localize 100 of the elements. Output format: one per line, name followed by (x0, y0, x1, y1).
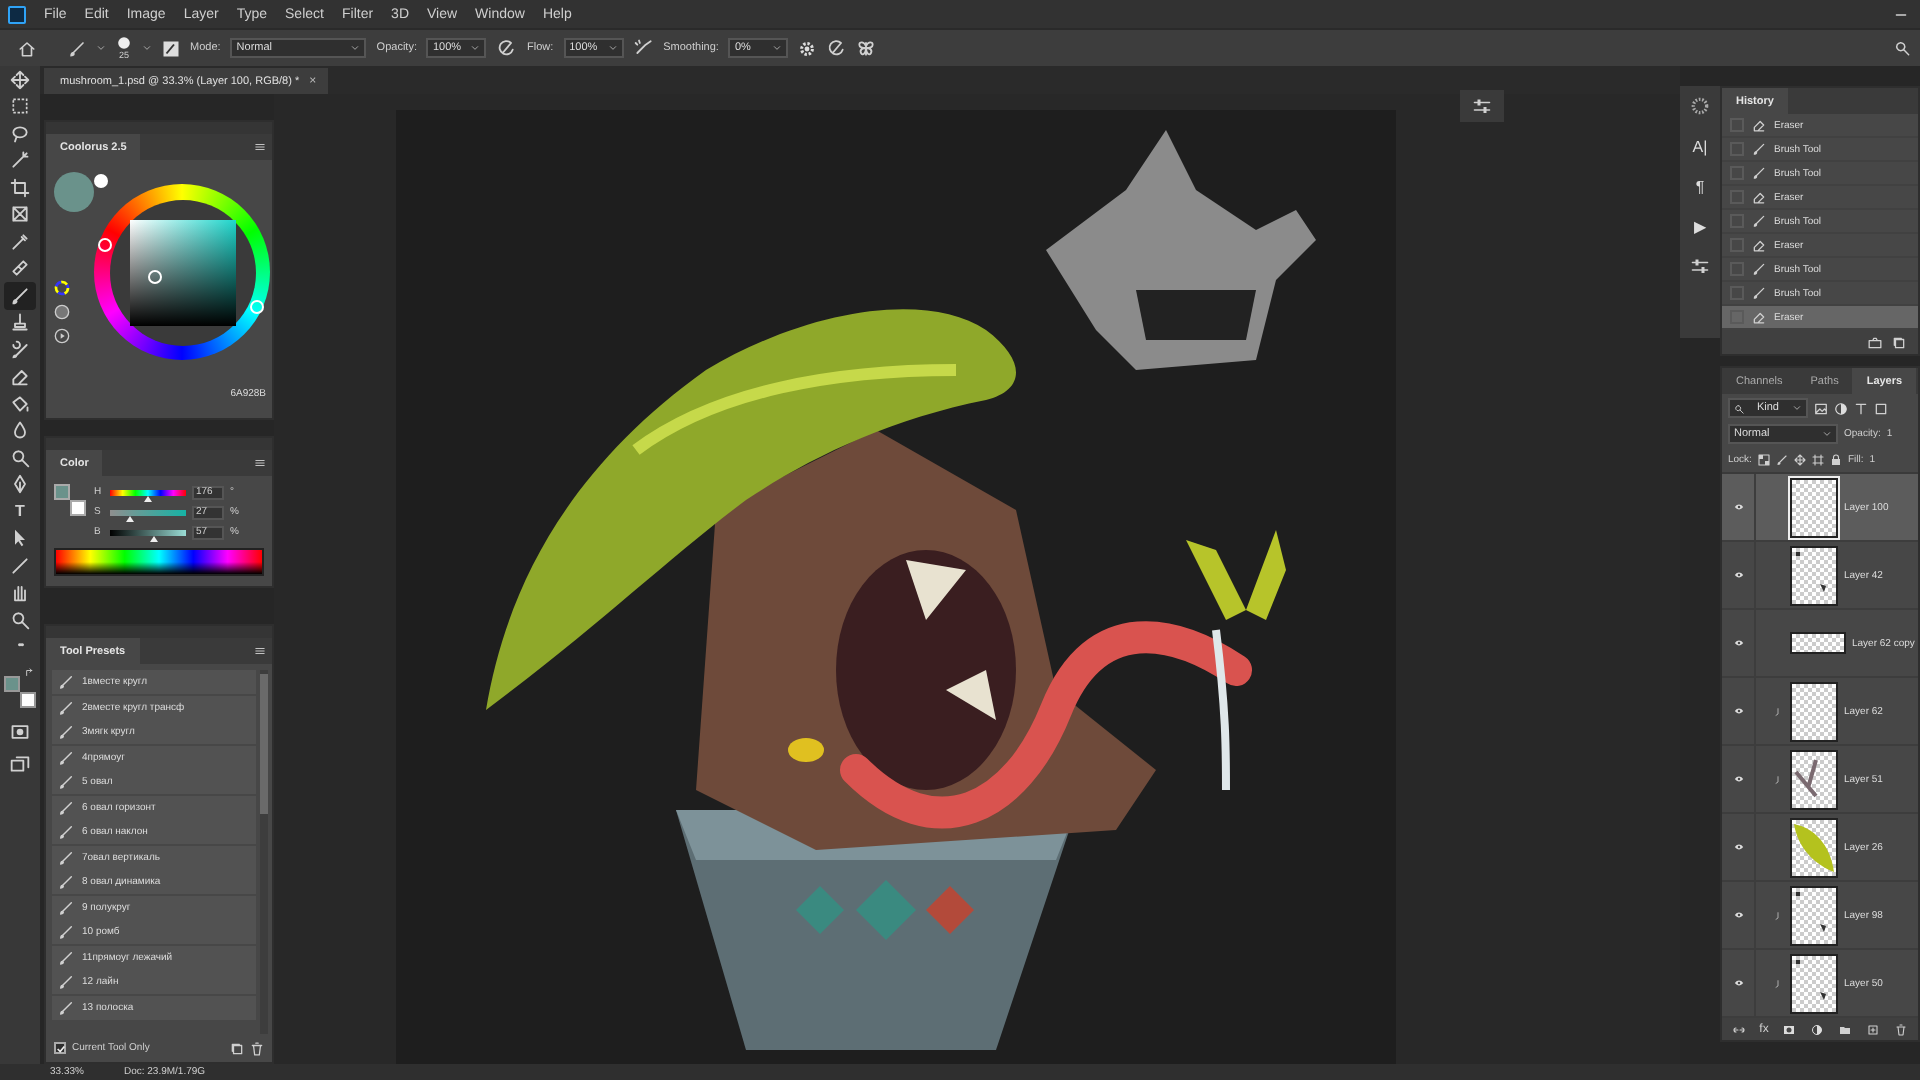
sliders-icon (1690, 257, 1710, 275)
snapshot-icon[interactable] (1868, 335, 1882, 349)
brush-icon (58, 999, 74, 1015)
adjustment-filter-icon[interactable] (1834, 401, 1848, 415)
brush-icon (58, 924, 74, 940)
artboard-icon[interactable] (1811, 453, 1824, 465)
image-filter-icon[interactable] (1814, 401, 1828, 415)
shape-filter-icon[interactable] (1874, 401, 1888, 415)
slider-thumb[interactable] (143, 495, 152, 501)
eraser-icon (1752, 310, 1766, 324)
new-layer-icon[interactable] (1866, 1023, 1881, 1035)
panel-menu-icon[interactable] (254, 646, 266, 656)
brush-icon (58, 774, 74, 790)
slider-thumb[interactable] (126, 515, 135, 521)
move-arrows-icon (10, 69, 30, 90)
settings-icon[interactable] (798, 39, 817, 57)
move-arrows-icon[interactable] (1793, 453, 1806, 465)
layer-thumbnail (1790, 545, 1838, 605)
current-color-swatch[interactable] (54, 172, 94, 212)
caret-icon (1791, 404, 1802, 412)
checkmark-icon (55, 1043, 65, 1053)
play-circle-icon[interactable] (54, 328, 70, 344)
brush-icon (58, 849, 74, 865)
scrollbar[interactable] (260, 670, 268, 1034)
butterfly-icon[interactable] (856, 38, 877, 58)
slider-thumb[interactable] (149, 535, 158, 541)
panel-menu-icon[interactable] (254, 142, 266, 152)
type-tool-button[interactable]: T (4, 498, 36, 525)
panel-button[interactable]: ¶ (1684, 174, 1716, 198)
eye-icon[interactable] (1731, 570, 1745, 580)
zoom-icon (10, 609, 30, 630)
mask-icon[interactable] (1782, 1023, 1797, 1035)
adjustment-icon[interactable] (1810, 1023, 1825, 1035)
home-icon[interactable] (18, 39, 36, 57)
foreground-color-swatch[interactable] (54, 484, 70, 500)
checkbox[interactable] (54, 1042, 66, 1054)
brush-icon (58, 799, 74, 815)
mask-icon (10, 721, 30, 742)
pen-icon (10, 474, 30, 495)
brush-tip-icon[interactable] (116, 36, 132, 50)
text-filter-icon[interactable] (1854, 401, 1868, 415)
brush-icon (1752, 166, 1766, 180)
foreground-color-swatch[interactable] (4, 676, 20, 692)
eye-icon[interactable] (1731, 774, 1745, 784)
eye-icon[interactable] (1731, 638, 1745, 648)
folder-icon[interactable] (1838, 1023, 1853, 1035)
panel-button[interactable]: A| (1684, 134, 1716, 158)
pressure-pen-icon[interactable] (496, 38, 517, 58)
lock-icon[interactable] (1829, 453, 1842, 465)
paint-bucket-icon (10, 393, 30, 414)
brush-icon (58, 899, 74, 915)
swap-colors-icon[interactable] (24, 668, 36, 678)
eye-icon[interactable] (1731, 706, 1745, 716)
airbrush-icon[interactable] (633, 38, 654, 58)
layer-thumbnail (1790, 749, 1838, 809)
properties-button[interactable] (1460, 90, 1504, 122)
eyedropper-icon (10, 231, 30, 252)
new-preset-icon[interactable] (230, 1041, 244, 1055)
brush-icon[interactable] (1775, 453, 1788, 465)
color-spectrum-bar[interactable] (54, 548, 264, 576)
layer-thumbnail (1790, 681, 1838, 741)
pressure-size-icon[interactable] (826, 38, 847, 58)
eye-icon[interactable] (1731, 502, 1745, 512)
link-icon[interactable] (1731, 1023, 1746, 1035)
hand-icon (10, 582, 30, 603)
lock-pixels-icon[interactable] (1757, 453, 1770, 465)
brush-icon (1752, 214, 1766, 228)
eraser-icon (1752, 238, 1766, 252)
brush-icon (58, 699, 74, 715)
frame-icon (10, 204, 30, 225)
panel-button[interactable]: ▶ (1684, 214, 1716, 238)
layer-thumbnail (1790, 953, 1838, 1013)
caret-icon (142, 44, 152, 52)
eye-icon[interactable] (1731, 978, 1745, 988)
caret-icon (350, 44, 361, 52)
background-color-swatch[interactable] (20, 692, 36, 708)
trash-icon[interactable] (1894, 1023, 1909, 1035)
previous-color-swatch[interactable] (94, 174, 108, 188)
new-document-icon[interactable] (1892, 335, 1906, 349)
eraser-icon (10, 366, 30, 387)
caret-icon (96, 44, 106, 52)
trash-icon[interactable] (250, 1041, 264, 1055)
color-ring-icon[interactable] (54, 280, 70, 296)
brush-icon (58, 724, 74, 740)
brush-icon (1752, 262, 1766, 276)
sunburst-icon (1690, 96, 1710, 116)
brush-tool-button[interactable] (4, 282, 36, 309)
eraser-icon (1752, 118, 1766, 132)
brush-icon (10, 285, 30, 306)
search-icon[interactable] (1894, 40, 1910, 56)
background-color-swatch[interactable] (70, 500, 86, 516)
panel-menu-icon[interactable] (254, 458, 266, 468)
brush-panel-icon[interactable] (162, 39, 180, 57)
eye-icon[interactable] (1731, 842, 1745, 852)
eye-icon[interactable] (1731, 910, 1745, 920)
brush-icon[interactable] (68, 39, 86, 57)
brush-icon (58, 674, 74, 690)
brush-icon (1752, 142, 1766, 156)
layer-thumbnail (1790, 817, 1838, 877)
mixer-icon[interactable] (54, 304, 70, 320)
